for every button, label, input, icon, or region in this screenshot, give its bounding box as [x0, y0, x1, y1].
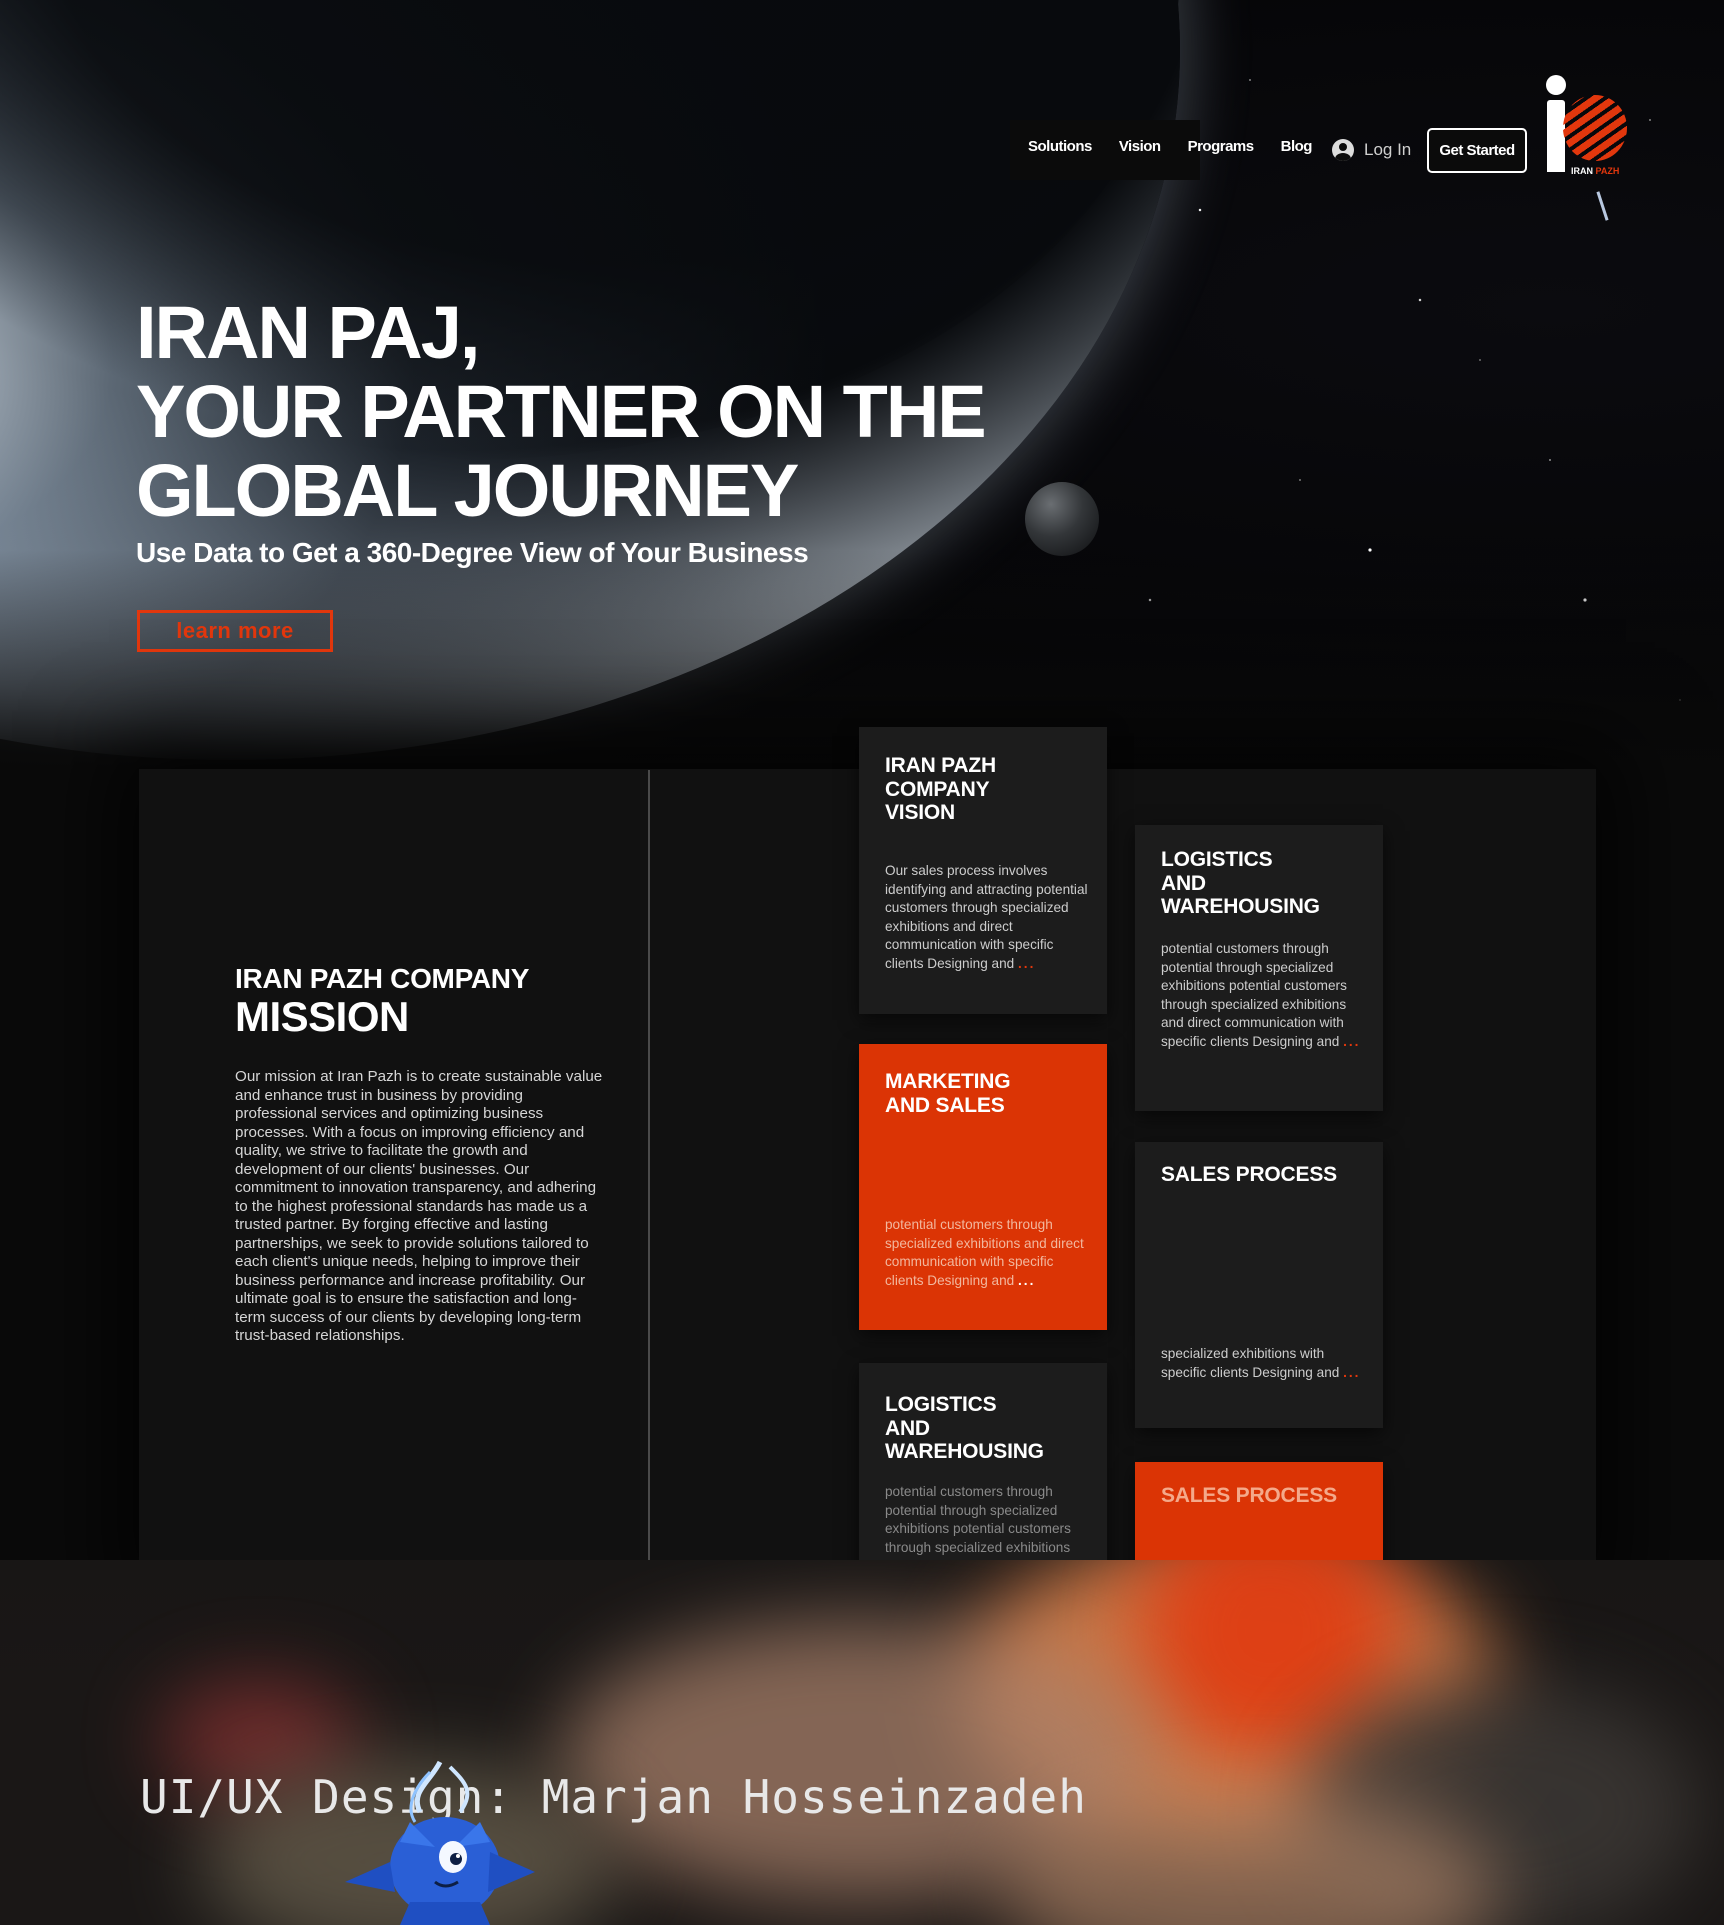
- logo-wordmark: IRAN PAZH: [1571, 166, 1620, 176]
- card-title: IRAN PAZH COMPANY VISION: [885, 754, 996, 824]
- card-body: potential customers through specialized …: [885, 1217, 1084, 1288]
- login-label: Log In: [1364, 140, 1412, 159]
- learn-more-button[interactable]: learn more: [137, 610, 333, 652]
- user-icon: [1332, 139, 1354, 161]
- hero-title: IRAN PAJ, YOUR PARTNER ON THE GLOBAL JOU…: [136, 291, 987, 532]
- mission-body: Our mission at Iran Pazh is to create su…: [235, 1068, 603, 1344]
- card-title: SALES PROCESS: [1161, 1484, 1337, 1507]
- card-title: LOGISTICS AND WAREHOUSING: [1161, 848, 1320, 918]
- login-link[interactable]: Log In: [1332, 139, 1411, 161]
- mascot-illustration: [345, 1760, 535, 1925]
- nav-link-programs[interactable]: Programs: [1188, 138, 1255, 155]
- hero-title-line: GLOBAL JOURNEY: [136, 449, 799, 532]
- moon-image: [1025, 482, 1099, 556]
- nav-link-solutions[interactable]: Solutions: [1028, 138, 1092, 155]
- card-sales-process[interactable]: SALES PROCESS specialized exhibitions wi…: [1135, 1142, 1383, 1428]
- card-title: LOGISTICS AND WAREHOUSING: [885, 1393, 1044, 1463]
- nav-link-vision[interactable]: Vision: [1119, 138, 1161, 155]
- design-credit: UI/UX Design: Marjan Hosseinzadeh: [140, 1770, 1087, 1824]
- card-vision[interactable]: IRAN PAZH COMPANY VISION Our sales proce…: [859, 727, 1107, 1014]
- blurred-footer: [0, 1560, 1724, 1925]
- logo[interactable]: IRAN PAZH: [1543, 73, 1633, 183]
- mission-title: MISSION: [235, 993, 409, 1040]
- card-title: MARKETING AND SALES: [885, 1070, 1011, 1117]
- hero-title-line: IRAN PAJ,: [136, 291, 480, 374]
- card-marketing[interactable]: MARKETING AND SALES potential customers …: [859, 1044, 1107, 1330]
- card-body: specialized exhibitions with specific cl…: [1161, 1346, 1361, 1380]
- card-title: SALES PROCESS: [1161, 1163, 1337, 1186]
- main-nav: Solutions Vision Programs Blog: [1028, 138, 1312, 155]
- nav-link-blog[interactable]: Blog: [1281, 138, 1313, 155]
- get-started-button[interactable]: Get Started: [1427, 128, 1527, 173]
- card-body: potential customers through potential th…: [1161, 941, 1361, 1049]
- hero-title-line: YOUR PARTNER ON THE: [136, 370, 987, 453]
- logo-stem: [1547, 100, 1565, 172]
- logo-dot: [1546, 75, 1566, 95]
- vertical-divider: [648, 770, 650, 1590]
- card-logistics[interactable]: LOGISTICS AND WAREHOUSING potential cust…: [1135, 825, 1383, 1111]
- card-body: Our sales process involves identifying a…: [885, 863, 1088, 971]
- mission-title-small: IRAN PAZH COMPANY: [235, 963, 530, 994]
- logo-mark: [1563, 95, 1627, 161]
- hero-subtitle: Use Data to Get a 360-Degree View of You…: [136, 537, 809, 568]
